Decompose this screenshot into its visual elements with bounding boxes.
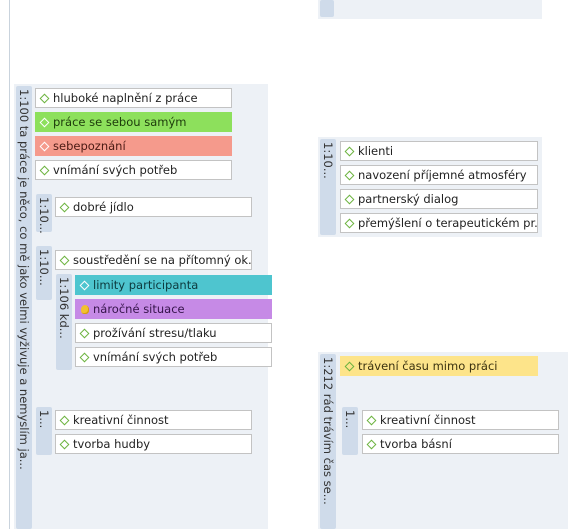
quotation-strip-sub2[interactable]: 1:10... bbox=[36, 246, 52, 300]
code-diamond-icon bbox=[39, 141, 50, 151]
code-diamond-icon bbox=[366, 415, 377, 425]
code-diamond-icon bbox=[39, 93, 50, 103]
quotation-label-right2: 1:212 rád trávím čas se... bbox=[321, 357, 335, 505]
code-diamond-icon bbox=[344, 194, 355, 204]
quotation-label-sub1: 1:10... bbox=[37, 197, 51, 234]
quotation-strip-main[interactable]: 1:100 ta práce je něco, co mě jako velmi… bbox=[16, 86, 32, 529]
connector-line bbox=[9, 0, 10, 529]
code-vnimani-potreb-2[interactable]: vnímání svých potřeb bbox=[75, 347, 272, 367]
code-prace-se-sebou[interactable]: práce se sebou samým bbox=[35, 112, 232, 132]
code-kreativni-cinnost-2[interactable]: kreativní činnost bbox=[362, 410, 559, 430]
quotation-strip-nested[interactable]: 1:106 kd... bbox=[56, 274, 72, 370]
quotation-label-nested: 1:106 kd... bbox=[57, 277, 71, 339]
code-dobre-jidlo[interactable]: dobré jídlo bbox=[55, 197, 252, 217]
quotation-label-right1: 1:10... bbox=[321, 142, 335, 179]
code-tvorba-basni[interactable]: tvorba básní bbox=[362, 434, 559, 454]
code-diamond-icon bbox=[59, 439, 70, 449]
code-prozivani-stresu[interactable]: prožívání stresu/tlaku bbox=[75, 323, 272, 343]
code-narocne-situace[interactable]: náročné situace bbox=[75, 299, 272, 319]
code-diamond-icon bbox=[39, 165, 50, 175]
code-partnersky-dialog[interactable]: partnerský dialog bbox=[340, 189, 538, 209]
code-tvorba-hudby[interactable]: tvorba hudby bbox=[55, 434, 252, 454]
code-kreativni-cinnost[interactable]: kreativní činnost bbox=[55, 410, 252, 430]
code-limity-participanta[interactable]: limity participanta bbox=[75, 275, 272, 295]
quotation-strip-right2[interactable]: 1:212 rád trávím čas se... bbox=[320, 354, 336, 529]
code-diamond-icon bbox=[344, 218, 355, 228]
code-klienti[interactable]: klienti bbox=[340, 141, 538, 161]
code-diamond-icon bbox=[366, 439, 377, 449]
code-diamond-icon bbox=[59, 255, 70, 265]
quotation-label-sub2: 1:10... bbox=[37, 249, 51, 286]
quotation-strip-sub3[interactable]: 1... bbox=[36, 407, 52, 455]
code-vnimani-potreb[interactable]: vnímání svých potřeb bbox=[35, 160, 232, 180]
code-diamond-icon bbox=[59, 415, 70, 425]
quotation-strip-partial bbox=[320, 0, 334, 17]
code-navozeni-atmosfery[interactable]: navození příjemné atmosféry bbox=[340, 165, 538, 185]
code-soustredeni[interactable]: soustředění se na přítomný ok... bbox=[55, 250, 252, 270]
code-diamond-icon bbox=[39, 117, 50, 127]
quotation-label-sub3: 1... bbox=[37, 410, 51, 429]
quotation-strip-right1[interactable]: 1:10... bbox=[320, 139, 336, 235]
quotation-label-main: 1:100 ta práce je něco, co mě jako velmi… bbox=[17, 89, 31, 470]
code-diamond-icon bbox=[79, 328, 90, 338]
quotation-strip-right2-sub[interactable]: 1... bbox=[342, 407, 358, 455]
code-diamond-icon bbox=[344, 361, 355, 371]
lightbulb-icon bbox=[81, 304, 89, 314]
code-diamond-icon bbox=[59, 202, 70, 212]
code-hluboke-naplneni[interactable]: hluboké naplnění z práce bbox=[35, 88, 232, 108]
quotation-label-right2-sub: 1... bbox=[343, 410, 357, 429]
code-sebepoznani[interactable]: sebepoznání bbox=[35, 136, 232, 156]
quotation-strip-sub1[interactable]: 1:10... bbox=[36, 194, 52, 234]
code-diamond-icon bbox=[344, 146, 355, 156]
code-premysleni[interactable]: přemýšlení o terapeutickém pr... bbox=[340, 213, 538, 233]
quotation-group-partial bbox=[318, 0, 542, 19]
code-diamond-icon bbox=[79, 352, 90, 362]
code-diamond-icon bbox=[344, 170, 355, 180]
code-traveni-casu[interactable]: trávení času mimo práci bbox=[340, 356, 538, 376]
code-diamond-icon bbox=[79, 280, 90, 290]
